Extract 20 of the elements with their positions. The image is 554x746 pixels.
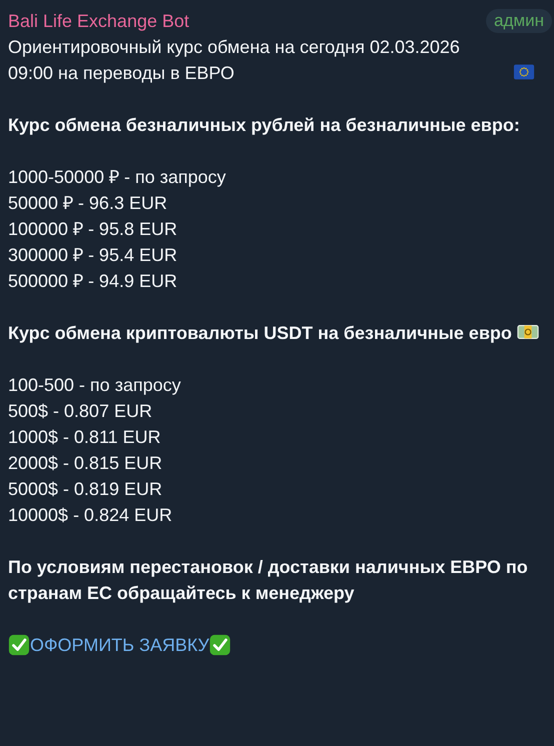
section-heading: Курс обмена безналичных рублей на безналичные евро: [8, 115, 520, 135]
sender-name[interactable]: Bali Life Exchange Bot [8, 8, 190, 34]
rate-line: 100-500 - по запросу [8, 374, 182, 397]
rate-line: 50000 ₽ - 96.3 EUR [8, 192, 168, 215]
check-icon [209, 634, 232, 656]
rate-line: 500$ - 0.807 EUR [8, 400, 154, 423]
role-badge: админ [486, 9, 552, 33]
rate-line: 500000 ₽ - 94.9 EUR [8, 270, 178, 293]
section-heading: По условиям перестановок / доставки наличных ЕВРО по странам ЕС обращайтесь к менеджеру [8, 557, 528, 603]
rate-line: 300000 ₽ - 95.4 EUR [8, 244, 178, 267]
check-icon [8, 634, 30, 656]
message-text: Ориентировочный курс обмена на сегодня 02.03.2026 09:00 на переводы в ЕВРО [8, 36, 461, 85]
rate-line: 10000$ - 0.824 EUR [8, 504, 174, 527]
section-heading: Курс обмена криптовалюты USDT на безналичные евро [8, 323, 512, 343]
order-link[interactable]: ОФОРМИТЬ ЗАЯВКУ [30, 632, 210, 658]
rate-line: 1000-50000 ₽ - по запросу [8, 166, 227, 189]
rate-line: 5000$ - 0.819 EUR [8, 478, 164, 501]
rate-line: 1000$ - 0.811 EUR [8, 426, 162, 449]
rate-line: 100000 ₽ - 95.8 EUR [8, 218, 178, 241]
rate-line: 2000$ - 0.815 EUR [8, 452, 164, 475]
